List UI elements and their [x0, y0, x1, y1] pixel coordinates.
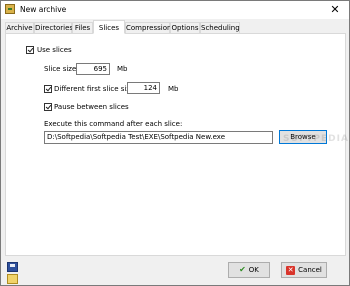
tab-compression[interactable]: Compression — [125, 22, 171, 33]
checkmark-icon: ✔ — [239, 265, 246, 274]
softpedia-watermark: SOFTPEDIA — [283, 134, 349, 144]
use-slices-checkbox[interactable] — [26, 46, 34, 54]
tab-slices[interactable]: Slices — [93, 20, 125, 34]
close-icon[interactable]: ✕ — [327, 3, 343, 16]
open-folder-icon[interactable] — [7, 274, 18, 284]
first-slice-size-input[interactable]: 124 — [127, 82, 160, 94]
slice-size-input[interactable]: 695 — [76, 63, 110, 75]
archive-app-icon — [5, 4, 15, 14]
different-first-slice-label: Different first slice size: — [54, 85, 137, 93]
window-title: New archive — [20, 5, 67, 14]
cancel-label: Cancel — [298, 266, 322, 274]
slice-size-unit: Mb — [117, 65, 128, 73]
slice-size-label: Slice size — [44, 65, 77, 73]
pause-between-slices-checkbox[interactable] — [44, 103, 52, 111]
ok-label: OK — [248, 266, 259, 274]
different-first-slice-checkbox[interactable] — [44, 85, 52, 93]
tab-archive[interactable]: Archive — [5, 22, 34, 33]
new-archive-window: New archive ✕ Archive Directories Files … — [0, 0, 350, 286]
use-slices-label: Use slices — [37, 46, 72, 54]
tab-options[interactable]: Options — [170, 22, 200, 33]
x-icon: ✕ — [286, 265, 296, 275]
save-icon[interactable] — [7, 262, 18, 272]
tab-files[interactable]: Files — [72, 22, 93, 33]
cancel-button[interactable]: ✕ Cancel — [281, 262, 327, 278]
tab-directories[interactable]: Directories — [34, 22, 73, 33]
pause-between-slices-label: Pause between slices — [54, 103, 129, 111]
ok-button[interactable]: ✔ OK — [228, 262, 270, 278]
first-slice-size-unit: Mb — [168, 85, 179, 93]
title-bar: New archive ✕ — [1, 1, 349, 19]
execute-command-input[interactable]: D:\Softpedia\Softpedia Test\EXE\Softpedi… — [44, 131, 273, 144]
tab-scheduling[interactable]: Scheduling — [200, 22, 240, 33]
execute-command-label: Execute this command after each slice: — [44, 120, 183, 128]
slices-panel: Use slices Slice size 695 Mb Different f… — [5, 33, 346, 256]
